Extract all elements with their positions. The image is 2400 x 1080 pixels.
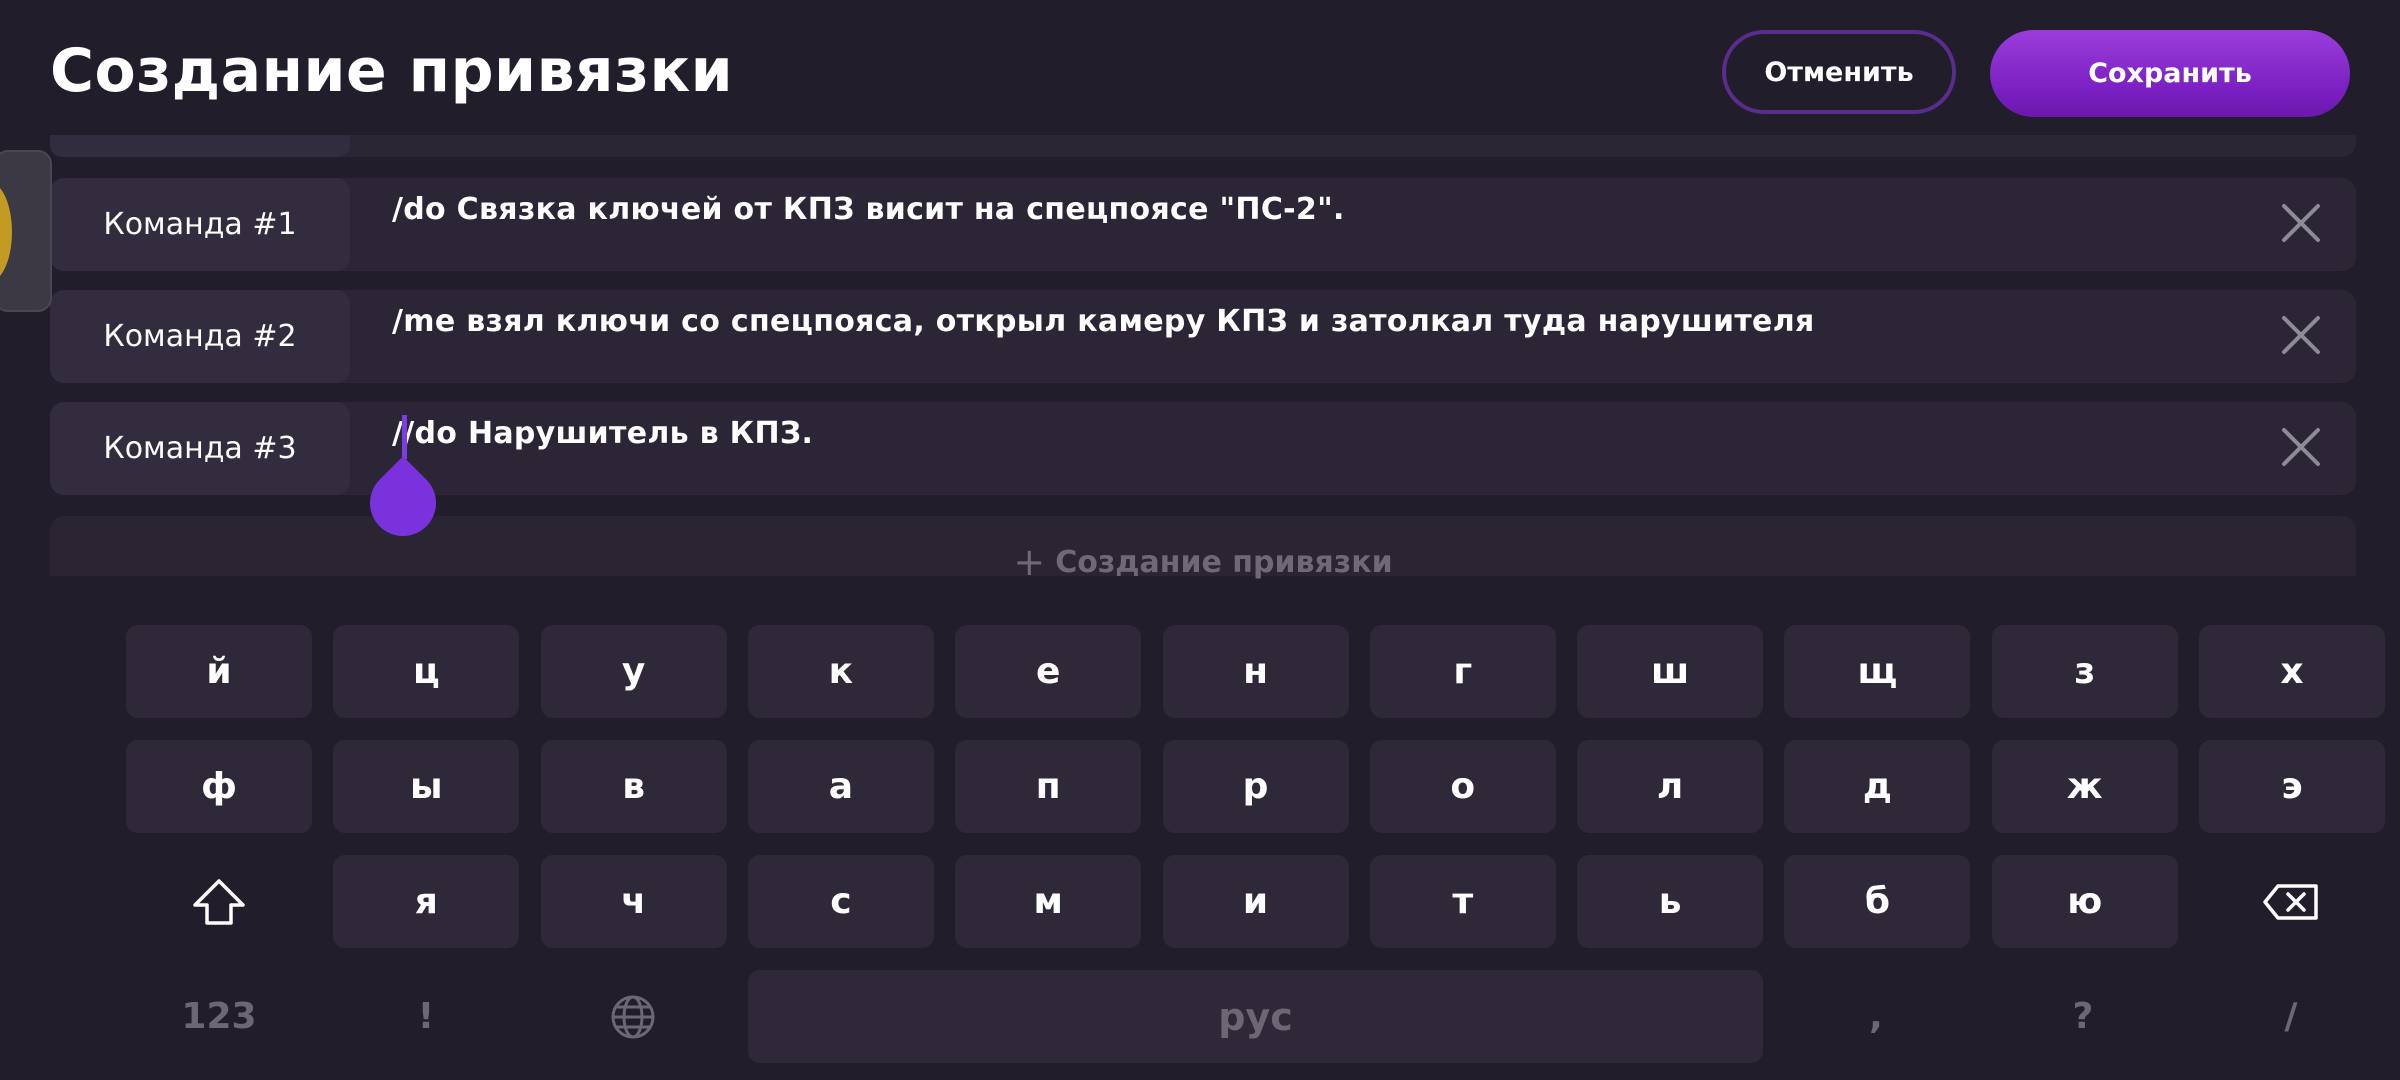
key-и[interactable]: и: [1162, 855, 1349, 948]
shift-icon: [193, 878, 245, 925]
key-п[interactable]: п: [955, 740, 1142, 833]
text-cursor: [402, 415, 407, 459]
command-row-2[interactable]: Команда #2 /me взял ключи со спецпояса, …: [50, 290, 2356, 383]
key-о[interactable]: о: [1369, 740, 1556, 833]
cancel-button[interactable]: Отменить: [1722, 30, 1956, 114]
numbers-key[interactable]: 123: [126, 970, 312, 1063]
key-б[interactable]: б: [1784, 855, 1971, 948]
slash-key[interactable]: /: [2198, 970, 2384, 1063]
command-label: Команда #2: [50, 290, 350, 383]
key-ь[interactable]: ь: [1577, 855, 1764, 948]
page-title: Создание привязки: [50, 36, 734, 106]
close-icon[interactable]: [2276, 422, 2326, 472]
widget-icon: [0, 182, 12, 282]
key-ч[interactable]: ч: [540, 855, 727, 948]
space-key[interactable]: рус: [748, 970, 1763, 1063]
key-ц[interactable]: ц: [333, 625, 520, 718]
key-ж[interactable]: ж: [1991, 740, 2178, 833]
key-е[interactable]: е: [955, 625, 1142, 718]
key-ш[interactable]: ш: [1577, 625, 1764, 718]
plus-icon: +: [1013, 540, 1046, 584]
command-input[interactable]: /do Связка ключей от КПЗ висит на спецпо…: [392, 192, 1345, 227]
list-item-partial: [50, 135, 2356, 157]
list-item-partial-label: [50, 135, 350, 157]
key-ю[interactable]: ю: [1991, 855, 2178, 948]
command-row-1[interactable]: Команда #1 /do Связка ключей от КПЗ виси…: [50, 178, 2356, 271]
comma-key[interactable]: ,: [1783, 970, 1969, 1063]
key-й[interactable]: й: [126, 625, 312, 718]
command-input[interactable]: /me взял ключи со спецпояса, открыл каме…: [392, 304, 1815, 339]
key-ф[interactable]: ф: [126, 740, 312, 833]
key-з[interactable]: з: [1991, 625, 2178, 718]
key-г[interactable]: г: [1369, 625, 1556, 718]
question-key[interactable]: ?: [1990, 970, 2176, 1063]
save-button[interactable]: Сохранить: [1990, 30, 2350, 117]
key-с[interactable]: с: [747, 855, 934, 948]
command-input[interactable]: //do Нарушитель в КПЗ.: [392, 416, 813, 451]
key-в[interactable]: в: [540, 740, 727, 833]
language-key[interactable]: [540, 970, 726, 1063]
key-д[interactable]: д: [1784, 740, 1971, 833]
floating-widget[interactable]: [0, 150, 52, 312]
key-т[interactable]: т: [1369, 855, 1556, 948]
key-н[interactable]: н: [1162, 625, 1349, 718]
exclaim-key[interactable]: !: [333, 970, 519, 1063]
backspace-key[interactable]: [2198, 855, 2384, 948]
command-label: Команда #1: [50, 178, 350, 271]
key-а[interactable]: а: [747, 740, 934, 833]
key-х[interactable]: х: [2199, 625, 2385, 718]
close-icon[interactable]: [2276, 310, 2326, 360]
key-к[interactable]: к: [747, 625, 934, 718]
key-м[interactable]: м: [955, 855, 1142, 948]
close-icon[interactable]: [2276, 198, 2326, 248]
key-щ[interactable]: щ: [1784, 625, 1971, 718]
backspace-icon: [2263, 883, 2318, 920]
key-ы[interactable]: ы: [333, 740, 520, 833]
add-binding-label: Создание привязки: [1055, 545, 1393, 580]
key-л[interactable]: л: [1577, 740, 1764, 833]
globe-icon: [611, 995, 655, 1038]
key-у[interactable]: у: [540, 625, 727, 718]
shift-key[interactable]: [126, 855, 312, 948]
key-э[interactable]: э: [2199, 740, 2385, 833]
key-я[interactable]: я: [333, 855, 520, 948]
key-р[interactable]: р: [1162, 740, 1349, 833]
command-label: Команда #3: [50, 402, 350, 495]
